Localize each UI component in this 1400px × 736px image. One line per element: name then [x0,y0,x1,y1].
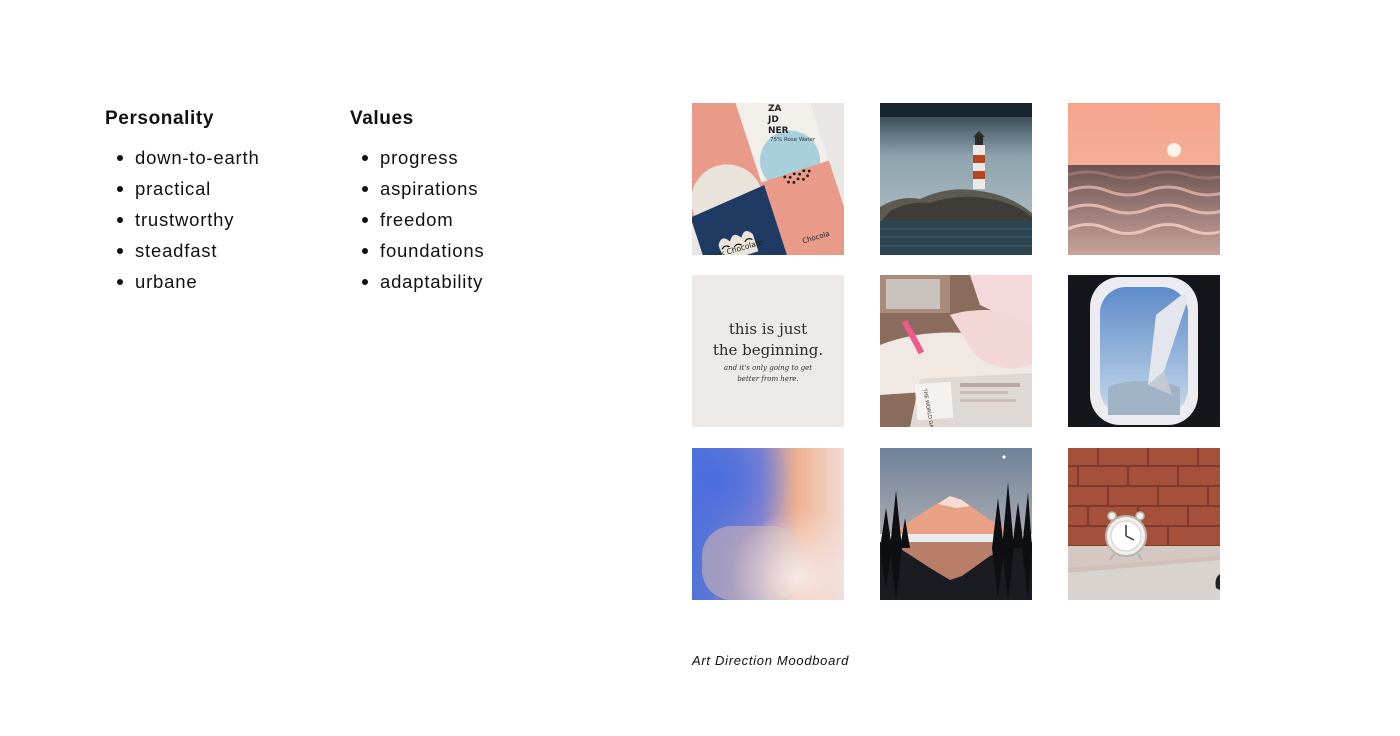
desk-illustration: THE WORLD GAZETTE [880,275,1032,427]
personality-item: steadfast [105,235,260,266]
quote-line-1: this is just [728,320,808,338]
page: Personality down-to-earth practical trus… [0,0,1400,736]
chocolate-brand-3: NER [768,126,789,136]
values-list: progress aspirations freedom foundations… [350,142,484,297]
lighthouse-illustration [880,103,1032,255]
personality-list: down-to-earth practical trustworthy stea… [105,142,260,297]
values-heading: Values [350,108,414,129]
quote-card: this is just the beginning. and it's onl… [692,275,844,427]
sunset-illustration [1068,103,1220,255]
personality-item: practical [105,173,260,204]
quote-line-2: the beginning. [712,341,824,359]
chocolate-flavor: 75% Rose Water [770,137,816,143]
values-item: foundations [350,235,484,266]
values-item: adaptability [350,266,484,297]
window-illustration [1068,275,1220,427]
values-item: aspirations [350,173,484,204]
clock-illustration [1068,448,1220,600]
moodboard-image-sunset [1068,103,1220,255]
moodboard-grid: ZA JD NER 75% Rose Water Dark Chocolate … [692,103,1220,600]
personality-item: trustworthy [105,204,260,235]
chocolate-illustration: ZA JD NER 75% Rose Water Dark Chocolate … [692,103,844,255]
quote-small-1: and it's only going to get [723,364,813,372]
moodboard-image-desk: THE WORLD GAZETTE [880,275,1032,427]
personality-section: Personality down-to-earth practical trus… [105,108,260,297]
moodboard-image-chocolate: ZA JD NER 75% Rose Water Dark Chocolate … [692,103,844,255]
values-item: freedom [350,204,484,235]
quote-small-2: better from here. [737,375,799,383]
moodboard-image-clock [1068,448,1220,600]
personality-item: urbane [105,266,260,297]
moodboard-image-window [1068,275,1220,427]
personality-item: down-to-earth [105,142,260,173]
moodboard-image-gradient [692,448,844,600]
moodboard-image-quote: this is just the beginning. and it's onl… [692,275,844,427]
chocolate-brand-2: JD [767,115,779,125]
values-item: progress [350,142,484,173]
personality-heading: Personality [105,108,215,129]
moodboard-image-mountain [880,448,1032,600]
mountain-illustration [880,448,1032,600]
moodboard-image-lighthouse [880,103,1032,255]
moodboard-caption: Art Direction Moodboard [692,653,849,668]
chocolate-brand-1: ZA [768,104,782,114]
gradient-illustration [692,448,844,600]
values-section: Values progress aspirations freedom foun… [350,108,484,297]
